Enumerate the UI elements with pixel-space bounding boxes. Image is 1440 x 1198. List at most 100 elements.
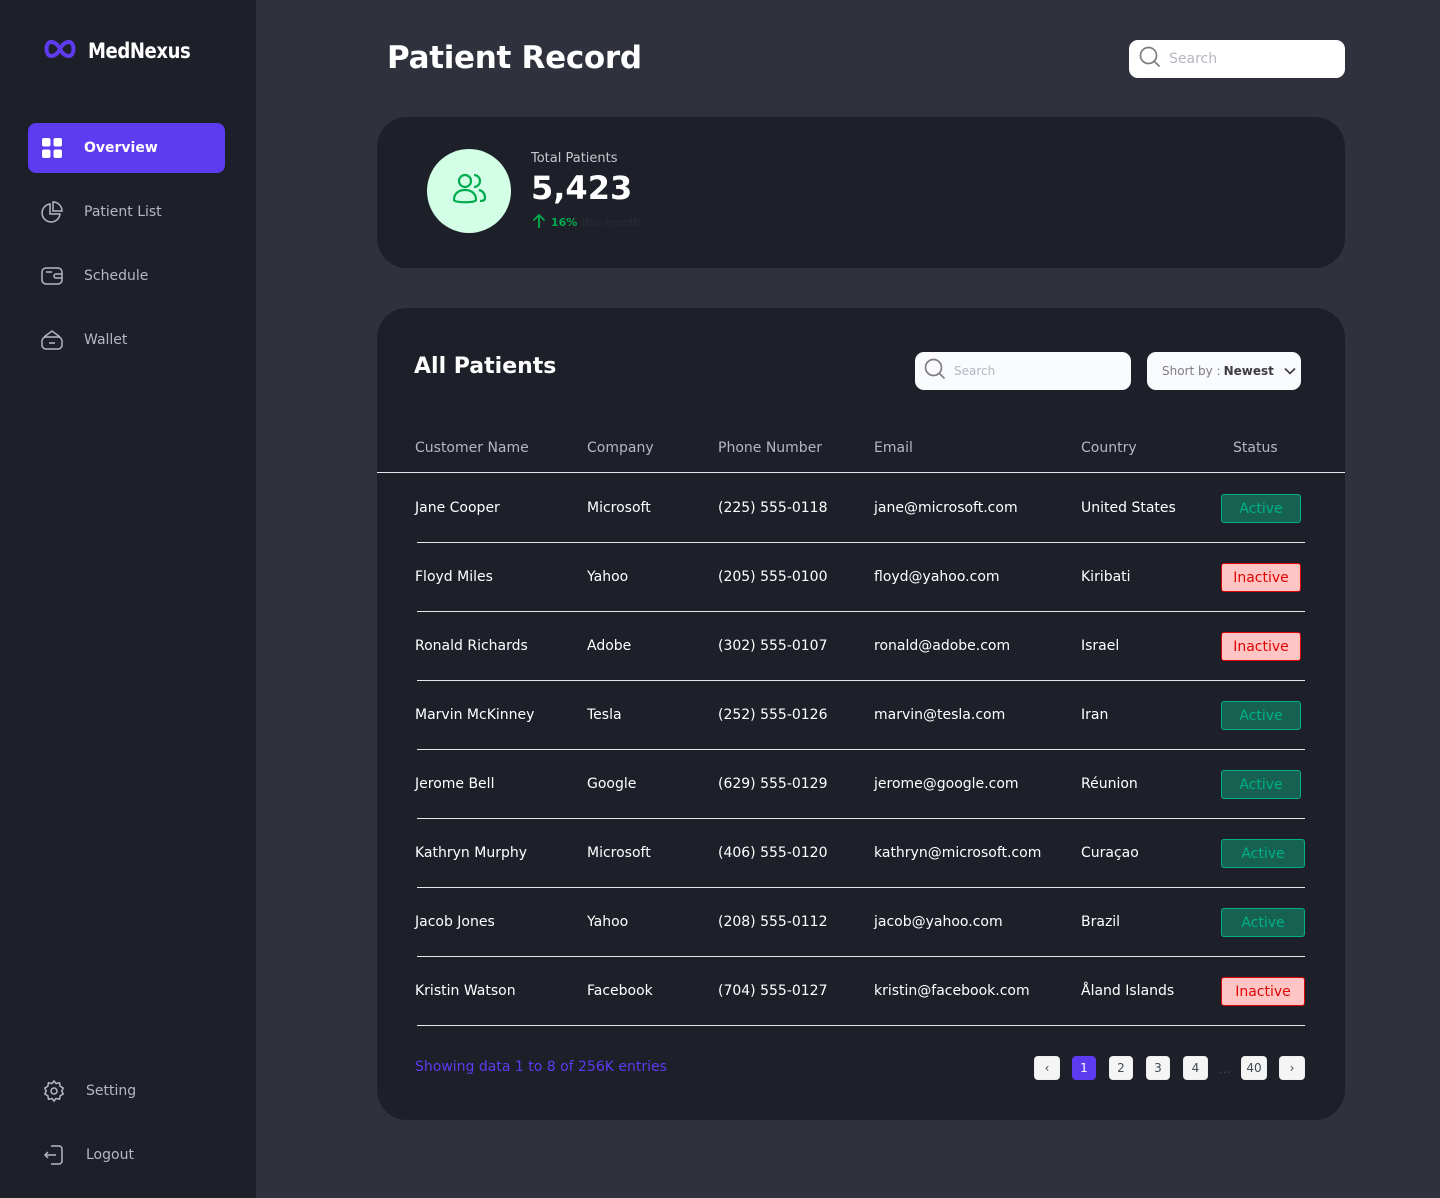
arrow-up-icon xyxy=(531,213,547,232)
cell-phone: (225) 555-0118 xyxy=(718,500,828,516)
status-badge: Active xyxy=(1221,770,1301,799)
cell-country: Curaçao xyxy=(1081,845,1139,861)
cell-country: Israel xyxy=(1081,638,1120,654)
cell-company: Microsoft xyxy=(587,500,651,516)
sort-label: Short by : xyxy=(1162,364,1221,378)
bag-icon xyxy=(40,328,64,352)
cell-phone: (205) 555-0100 xyxy=(718,569,828,585)
table-row[interactable]: Jacob Jones Yahoo (208) 555-0112 jacob@y… xyxy=(377,888,1345,957)
sidebar-item-schedule[interactable]: Schedule xyxy=(28,251,225,301)
search-icon xyxy=(1139,46,1161,72)
column-header-company[interactable]: Company xyxy=(587,440,654,456)
cell-customer-name: Kristin Watson xyxy=(415,983,516,999)
pie-chart-icon xyxy=(40,200,64,224)
search-input[interactable] xyxy=(1169,51,1329,67)
cell-phone: (629) 555-0129 xyxy=(718,776,828,792)
pagination-prev-button[interactable]: ‹ xyxy=(1034,1056,1060,1080)
cell-company: Facebook xyxy=(587,983,653,999)
status-badge: Active xyxy=(1221,839,1305,868)
column-header-country[interactable]: Country xyxy=(1081,440,1137,456)
cell-customer-name: Ronald Richards xyxy=(415,638,528,654)
cell-customer-name: Marvin McKinney xyxy=(415,707,535,723)
pagination-ellipsis: ... xyxy=(1219,1062,1231,1076)
pagination-page-4[interactable]: 4 xyxy=(1183,1056,1208,1080)
trend-percent: 16% xyxy=(551,216,578,229)
table-search-input[interactable] xyxy=(954,364,1114,378)
sidebar-item-wallet[interactable]: Wallet xyxy=(28,315,225,365)
pagination-page-last[interactable]: 40 xyxy=(1241,1056,1267,1080)
sidebar-item-setting[interactable]: Setting xyxy=(30,1066,227,1116)
table-row[interactable]: Kristin Watson Facebook (704) 555-0127 k… xyxy=(377,957,1345,1026)
table-row[interactable]: Marvin McKinney Tesla (252) 555-0126 mar… xyxy=(377,681,1345,750)
sidebar-item-overview[interactable]: Overview xyxy=(28,123,225,173)
sidebar-bottom-nav: Setting Logout xyxy=(30,1066,227,1194)
pagination-page-2[interactable]: 2 xyxy=(1109,1056,1133,1080)
pagination-page-3[interactable]: 3 xyxy=(1146,1056,1170,1080)
search-icon xyxy=(924,358,946,384)
page-title: Patient Record xyxy=(387,40,642,76)
sidebar-item-logout[interactable]: Logout xyxy=(30,1130,227,1180)
cell-email: kristin@facebook.com xyxy=(874,983,1030,999)
status-badge: Active xyxy=(1221,701,1301,730)
infinity-logo-icon xyxy=(42,38,78,64)
column-header-customer-name[interactable]: Customer Name xyxy=(415,440,529,456)
cell-email: jacob@yahoo.com xyxy=(874,914,1003,930)
cell-customer-name: Jane Cooper xyxy=(415,500,500,516)
cell-company: Yahoo xyxy=(587,914,629,930)
table-title: All Patients xyxy=(414,354,557,379)
sidebar-item-patient-list[interactable]: Patient List xyxy=(28,187,225,237)
cell-country: United States xyxy=(1081,500,1176,516)
stats-value: 5,423 xyxy=(531,169,633,207)
pagination-page-1[interactable]: 1 xyxy=(1072,1056,1096,1080)
sidebar-item-label: Wallet xyxy=(84,332,128,348)
cell-customer-name: Floyd Miles xyxy=(415,569,493,585)
grid-icon xyxy=(40,136,64,160)
table-row[interactable]: Kathryn Murphy Microsoft (406) 555-0120 … xyxy=(377,819,1345,888)
sidebar-item-label: Setting xyxy=(86,1083,137,1099)
logo[interactable]: MedNexus xyxy=(42,38,207,64)
gear-icon xyxy=(42,1079,66,1103)
table-search[interactable] xyxy=(915,352,1131,390)
cell-phone: (252) 555-0126 xyxy=(718,707,828,723)
chevron-down-icon xyxy=(1284,364,1296,378)
cell-country: Iran xyxy=(1081,707,1109,723)
table-row[interactable]: Jerome Bell Google (629) 555-0129 jerome… xyxy=(377,750,1345,819)
wallet-card-icon xyxy=(40,264,64,288)
sidebar: MedNexus Overview Patient List Schedule … xyxy=(0,0,256,1198)
column-header-phone[interactable]: Phone Number xyxy=(718,440,822,456)
table-row[interactable]: Ronald Richards Adobe (302) 555-0107 ron… xyxy=(377,612,1345,681)
cell-company: Tesla xyxy=(587,707,622,723)
column-header-status[interactable]: Status xyxy=(1233,440,1278,456)
table-header: Customer Name Company Phone Number Email… xyxy=(377,438,1345,473)
table-body: Jane Cooper Microsoft (225) 555-0118 jan… xyxy=(377,474,1345,1026)
cell-phone: (208) 555-0112 xyxy=(718,914,828,930)
cell-customer-name: Kathryn Murphy xyxy=(415,845,527,861)
sort-value: Newest xyxy=(1223,364,1274,378)
sidebar-item-label: Patient List xyxy=(84,204,162,220)
sidebar-item-label: Overview xyxy=(84,140,158,156)
sidebar-item-label: Schedule xyxy=(84,268,149,284)
table-row[interactable]: Floyd Miles Yahoo (205) 555-0100 floyd@y… xyxy=(377,543,1345,612)
cell-email: ronald@adobe.com xyxy=(874,638,1011,654)
users-icon xyxy=(450,170,488,212)
logout-icon xyxy=(42,1143,66,1167)
cell-country: Réunion xyxy=(1081,776,1138,792)
trend-text: this month xyxy=(581,216,641,229)
sidebar-item-label: Logout xyxy=(86,1147,134,1163)
status-badge: Active xyxy=(1221,494,1301,523)
cell-company: Microsoft xyxy=(587,845,651,861)
pagination-summary: Showing data 1 to 8 of 256K entries xyxy=(415,1059,667,1075)
header-search[interactable] xyxy=(1129,40,1345,78)
status-badge: Inactive xyxy=(1221,977,1305,1006)
cell-phone: (704) 555-0127 xyxy=(718,983,828,999)
table-row[interactable]: Jane Cooper Microsoft (225) 555-0118 jan… xyxy=(377,474,1345,543)
sort-dropdown[interactable]: Short by : Newest xyxy=(1147,352,1301,390)
cell-customer-name: Jerome Bell xyxy=(415,776,495,792)
stats-trend: 16% this month xyxy=(531,213,641,232)
cell-email: kathryn@microsoft.com xyxy=(874,845,1042,861)
cell-email: marvin@tesla.com xyxy=(874,707,1006,723)
cell-country: Åland Islands xyxy=(1081,983,1175,999)
cell-email: floyd@yahoo.com xyxy=(874,569,1000,585)
pagination-next-button[interactable]: › xyxy=(1279,1056,1305,1080)
column-header-email[interactable]: Email xyxy=(874,440,913,456)
